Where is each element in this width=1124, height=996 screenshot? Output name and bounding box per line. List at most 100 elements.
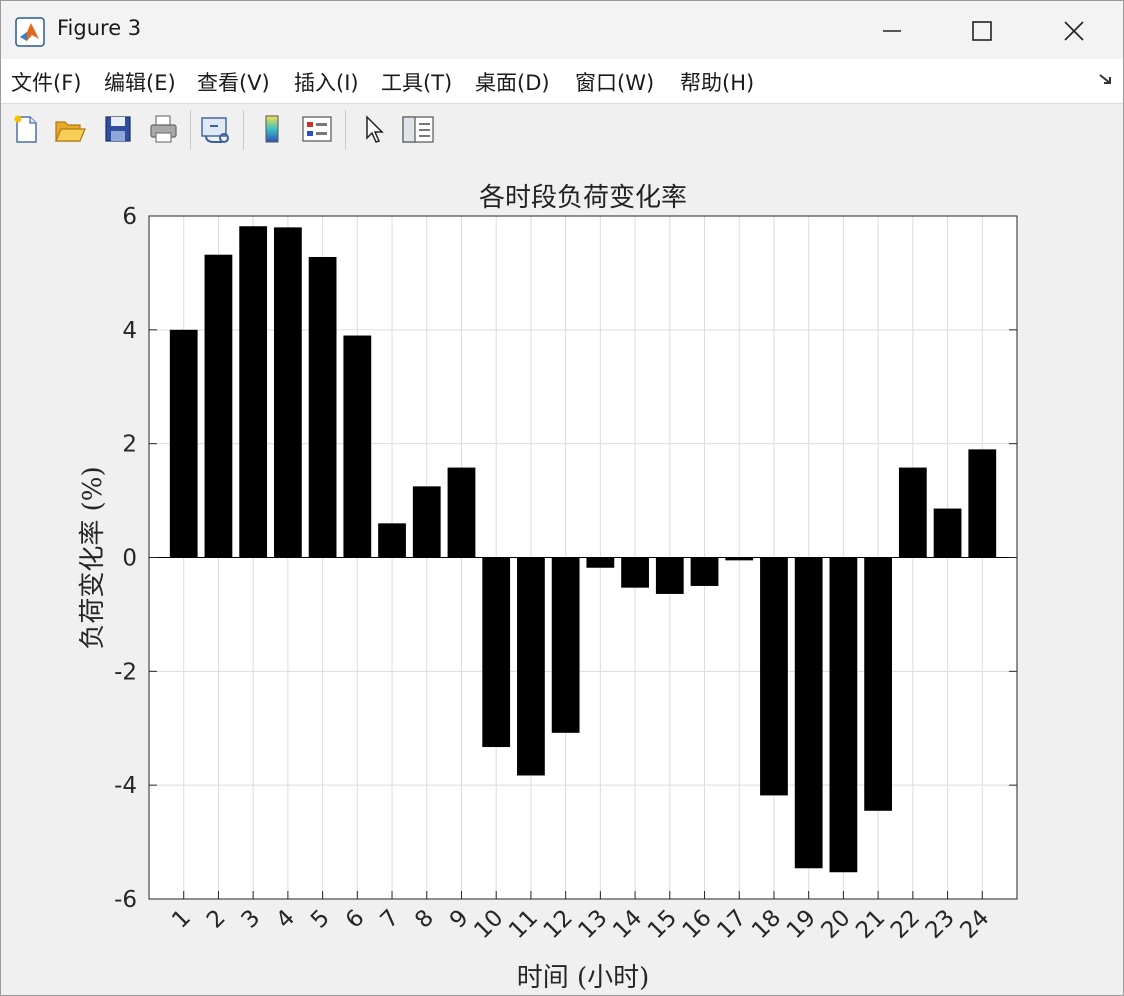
dock-arrow-icon[interactable] <box>1097 71 1115 89</box>
bar-14 <box>621 557 649 588</box>
x-tick-label: 9 <box>445 905 474 934</box>
menu-view[interactable]: 查看(V) <box>197 67 270 97</box>
menu-insert[interactable]: 插入(I) <box>294 67 359 97</box>
bar-24 <box>968 449 997 558</box>
save-icon <box>105 116 131 142</box>
bar-23 <box>933 508 962 558</box>
bar-20 <box>829 557 858 873</box>
x-tick-label: 23 <box>921 905 960 944</box>
bar-22 <box>898 467 927 558</box>
figure-window: Figure 3 文件(F) 编辑(E) 查看(V) 插入(I) 工具(T) 桌… <box>0 0 1124 996</box>
x-tick-label: 8 <box>410 905 439 934</box>
close-icon <box>1064 21 1084 41</box>
title-bar: Figure 3 <box>1 1 1123 59</box>
y-tick-label: 4 <box>122 318 137 344</box>
x-tick-label: 11 <box>504 905 543 944</box>
toolbar <box>1 103 1123 155</box>
x-tick-label: 2 <box>202 905 231 934</box>
link-plot-button[interactable] <box>199 112 233 146</box>
menu-file[interactable]: 文件(F) <box>11 67 81 97</box>
x-axis-label: 时间 (小时) <box>517 963 650 993</box>
menu-window[interactable]: 窗口(W) <box>575 67 654 97</box>
bar-5 <box>308 256 337 558</box>
x-tick-label: 5 <box>306 905 335 934</box>
bar-21 <box>864 557 893 811</box>
bar-1 <box>169 329 198 558</box>
bar-3 <box>239 226 268 558</box>
menu-bar: 文件(F) 编辑(E) 查看(V) 插入(I) 工具(T) 桌面(D) 窗口(W… <box>1 59 1123 103</box>
bar-4 <box>273 227 302 558</box>
colorbar-icon <box>265 115 279 143</box>
x-tick-label: 4 <box>271 905 300 934</box>
chart-title: 各时段负荷变化率 <box>479 183 687 213</box>
minimize-icon <box>883 30 901 32</box>
legend-button[interactable] <box>300 112 334 146</box>
x-tick-label: 22 <box>886 905 925 944</box>
x-tick-label: 24 <box>955 905 994 944</box>
y-tick-label: -4 <box>114 773 137 799</box>
toolbar-separator <box>190 110 191 150</box>
bar-10 <box>482 557 511 748</box>
bar-8 <box>412 486 441 558</box>
figure-canvas: -6 -4 -2 0 2 4 6 1 2 3 4 5 6 7 8 9 10 11 12 13 14 15 16 17 18 19… <box>1 154 1123 995</box>
bar-6 <box>343 335 372 558</box>
window-title: Figure 3 <box>57 16 142 40</box>
bar-13 <box>586 557 615 568</box>
maximize-icon <box>972 21 992 41</box>
y-tick-label: -2 <box>114 659 137 685</box>
x-tick-label: 16 <box>678 905 717 944</box>
select-arrow-icon <box>366 115 384 143</box>
bar-9 <box>447 467 476 558</box>
select-button[interactable] <box>357 112 391 146</box>
y-tick-label: 6 <box>122 204 137 230</box>
y-tick-label: 2 <box>122 432 137 458</box>
print-icon <box>150 115 177 143</box>
bar-15 <box>655 557 684 594</box>
x-tick-label: 3 <box>237 905 266 934</box>
bar-2 <box>204 254 233 558</box>
bar-19 <box>794 557 823 869</box>
x-tick-label: 20 <box>817 905 856 944</box>
x-tick-label: 12 <box>539 905 578 944</box>
bar-12 <box>551 557 580 733</box>
x-tick-label: 17 <box>712 905 751 944</box>
x-tick-label: 13 <box>574 905 613 944</box>
maximize-button[interactable] <box>955 13 1009 49</box>
x-tick-label: 19 <box>782 905 821 944</box>
y-axis-label: 负荷变化率 (%) <box>78 466 108 649</box>
property-editor-icon <box>402 116 434 143</box>
y-tick-label: 0 <box>122 546 137 572</box>
new-figure-button[interactable] <box>9 112 43 146</box>
new-figure-icon <box>14 115 37 143</box>
menu-tools[interactable]: 工具(T) <box>381 67 452 97</box>
x-tick-label: 15 <box>643 905 682 944</box>
x-tick-label: 10 <box>469 905 508 944</box>
colorbar-button[interactable] <box>255 112 289 146</box>
bar-18 <box>760 557 788 796</box>
save-button[interactable] <box>101 112 135 146</box>
minimize-button[interactable] <box>865 13 919 49</box>
matlab-logo-icon <box>15 17 45 47</box>
menu-edit[interactable]: 编辑(E) <box>104 67 176 97</box>
link-plot-icon <box>201 117 229 143</box>
x-tick-label: 21 <box>851 905 890 944</box>
x-tick-label: 7 <box>376 905 405 934</box>
bar-11 <box>517 557 545 776</box>
print-button[interactable] <box>147 112 181 146</box>
toolbar-separator <box>345 110 346 150</box>
x-tick-label: 18 <box>747 905 786 944</box>
menu-help[interactable]: 帮助(H) <box>680 67 754 97</box>
legend-icon <box>302 116 332 142</box>
bar-chart: -6-4-20246 1 2 3 4 5 6 7 8 910111213141516171819… <box>78 183 1018 993</box>
y-tick-label: -6 <box>114 887 137 913</box>
x-tick-label: 6 <box>341 905 370 934</box>
property-editor-button[interactable] <box>401 112 435 146</box>
x-tick-label: 14 <box>608 905 647 944</box>
toolbar-separator <box>243 110 244 150</box>
x-tick-label: 1 <box>167 905 196 934</box>
bar-7 <box>378 523 406 558</box>
menu-desktop[interactable]: 桌面(D) <box>475 67 550 97</box>
open-file-button[interactable] <box>53 112 87 146</box>
close-button[interactable] <box>1047 13 1101 49</box>
open-icon <box>55 121 86 142</box>
